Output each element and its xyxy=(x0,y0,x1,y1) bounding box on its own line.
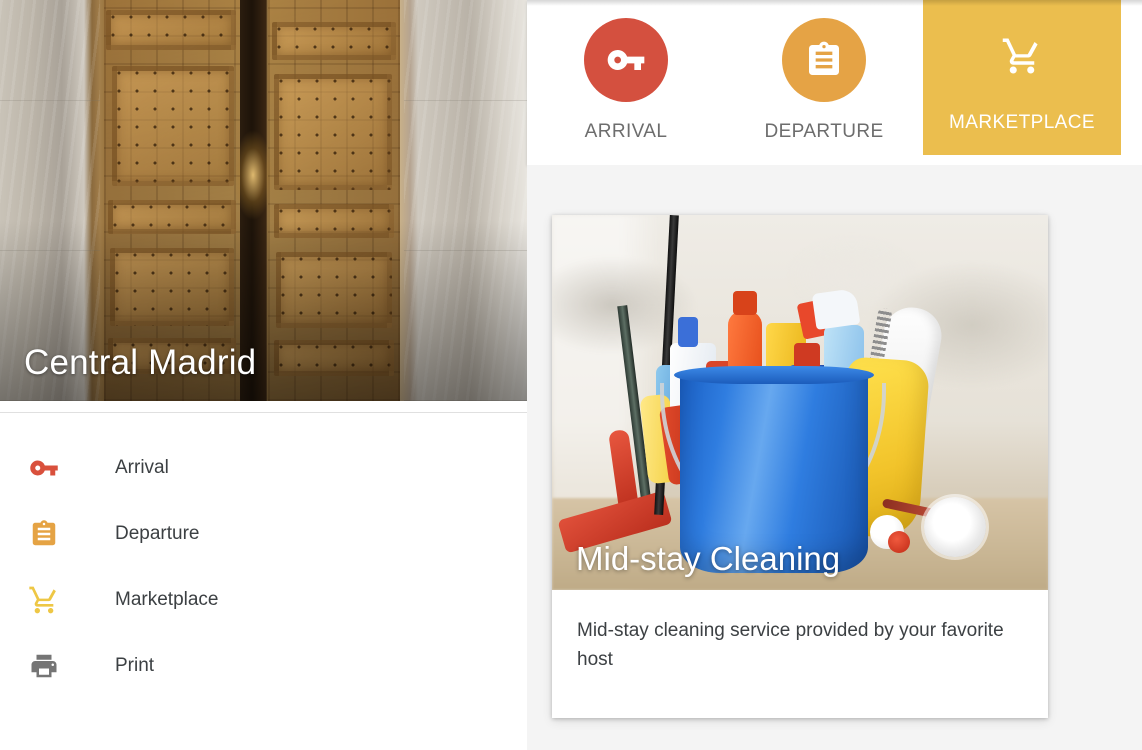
page-title: Central Madrid xyxy=(24,343,257,382)
brush-knob-red xyxy=(888,531,910,553)
property-sidebar: Central Madrid Arrival Departure Marketp… xyxy=(0,0,527,750)
sidebar-item-label: Marketplace xyxy=(115,589,219,610)
service-tabbar: ARRIVAL DEPARTURE MARKETPLACE xyxy=(527,0,1142,165)
card-image-cleaning: Mid-stay Cleaning xyxy=(552,215,1048,590)
cart-icon xyxy=(980,22,1064,90)
tab-label: ARRIVAL xyxy=(584,121,668,142)
card-title: Mid-stay Cleaning xyxy=(576,540,841,577)
sidebar-menu: Arrival Departure Marketplace Print xyxy=(0,413,527,699)
printer-icon xyxy=(22,651,66,681)
marketplace-content: Mid-stay Cleaning Mid-stay cleaning serv… xyxy=(527,165,1142,750)
cart-icon xyxy=(22,584,66,616)
card-body: Mid-stay cleaning service provided by yo… xyxy=(552,590,1048,718)
marketplace-card[interactable]: Mid-stay Cleaning Mid-stay cleaning serv… xyxy=(552,215,1048,718)
key-icon xyxy=(22,453,66,483)
tab-marketplace[interactable]: MARKETPLACE xyxy=(923,0,1121,155)
card-description: Mid-stay cleaning service provided by yo… xyxy=(577,620,1004,671)
sidebar-item-arrival[interactable]: Arrival xyxy=(0,435,527,501)
clipboard-icon xyxy=(22,519,66,549)
sidebar-item-label: Arrival xyxy=(115,457,169,478)
sidebar-item-print[interactable]: Print xyxy=(0,633,527,699)
sidebar-item-label: Print xyxy=(115,655,155,676)
sidebar-item-label: Departure xyxy=(115,523,200,544)
main-content-area: ARRIVAL DEPARTURE MARKETPLACE Mid-stay C… xyxy=(527,0,1142,750)
key-icon xyxy=(584,18,668,102)
tab-label: DEPARTURE xyxy=(764,121,884,142)
tab-arrival[interactable]: ARRIVAL xyxy=(527,0,725,165)
round-brush xyxy=(924,497,986,557)
hero-overlay xyxy=(0,0,527,401)
property-hero: Central Madrid xyxy=(0,0,527,401)
clipboard-icon xyxy=(782,18,866,102)
sidebar-item-departure[interactable]: Departure xyxy=(0,501,527,567)
sidebar-item-marketplace[interactable]: Marketplace xyxy=(0,567,527,633)
tab-departure[interactable]: DEPARTURE xyxy=(725,0,923,165)
tab-label: MARKETPLACE xyxy=(949,112,1095,133)
app-root: Central Madrid Arrival Departure Marketp… xyxy=(0,0,1142,750)
